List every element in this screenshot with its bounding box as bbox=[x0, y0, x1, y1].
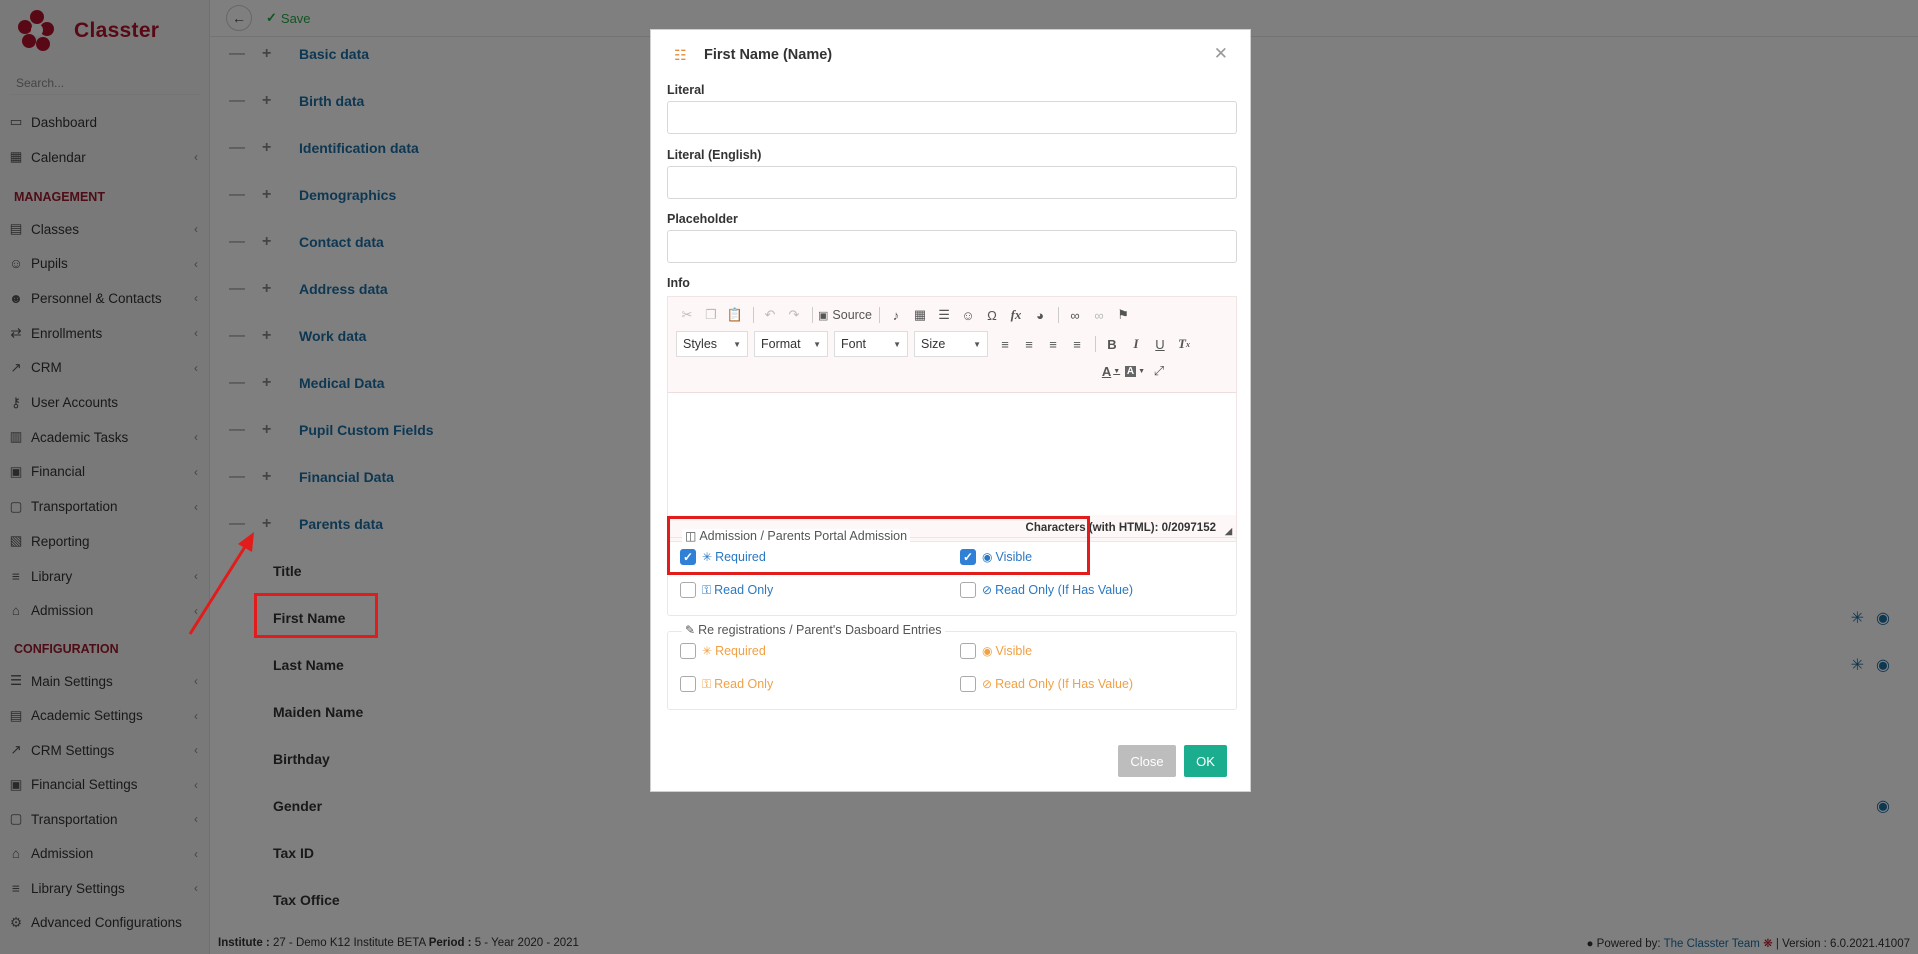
smiley-icon[interactable]: ☺ bbox=[957, 304, 979, 326]
group-title: Re registrations / Parent's Dasboard Ent… bbox=[698, 623, 942, 637]
checkbox-box[interactable] bbox=[960, 676, 976, 692]
lock-icon: ⚿ bbox=[702, 676, 712, 691]
globe-icon[interactable]: ◕ bbox=[1029, 304, 1051, 326]
literal-label: Literal bbox=[667, 83, 705, 97]
placeholder-input[interactable] bbox=[667, 230, 1237, 263]
read-only-label: Read Only bbox=[714, 583, 774, 597]
italic-icon[interactable]: I bbox=[1125, 333, 1147, 355]
copy-icon[interactable]: ❐ bbox=[700, 304, 722, 326]
info-label: Info bbox=[667, 276, 690, 290]
read-only-checkbox[interactable]: ⚿ Read Only bbox=[680, 676, 773, 692]
format-dropdown[interactable]: Format ▼ bbox=[754, 331, 828, 357]
table-icon[interactable]: ▦ bbox=[909, 304, 931, 326]
reregistration-permissions-group: ✎ Re registrations / Parent's Dasboard E… bbox=[667, 623, 1237, 710]
checkbox-box[interactable] bbox=[680, 582, 696, 598]
caret-down-icon: ▼ bbox=[733, 339, 741, 349]
rich-text-editor: ✂ ❐ 📋 ↶ ↷ ▣Source ♪ ▦ ☰ ☺ Ω fx ◕ ∞ ∞ ⚑ bbox=[667, 296, 1237, 542]
field-settings-dialog: ☷ First Name (Name) ✕ Literal Literal (E… bbox=[650, 29, 1251, 792]
checkbox-box[interactable] bbox=[680, 643, 696, 659]
cut-icon[interactable]: ✂ bbox=[676, 304, 698, 326]
handshake-icon: ☷ bbox=[674, 46, 687, 63]
background-color-icon[interactable]: A ▼ bbox=[1124, 360, 1146, 382]
required-label: Required bbox=[715, 644, 766, 658]
read-only-if-label: Read Only (If Has Value) bbox=[995, 583, 1134, 597]
editor-content-area[interactable] bbox=[668, 393, 1236, 513]
eye-icon: ◉ bbox=[982, 644, 993, 658]
asterisk-icon: ✳ bbox=[702, 644, 713, 658]
size-label: Size bbox=[921, 337, 946, 351]
required-checkbox[interactable]: ✳ Required bbox=[680, 643, 766, 659]
checkbox-box[interactable] bbox=[680, 676, 696, 692]
styles-dropdown[interactable]: Styles ▼ bbox=[676, 331, 748, 357]
user-edit-icon: ✎ bbox=[685, 623, 696, 637]
annotation-highlight-first-name bbox=[254, 593, 378, 638]
bold-icon[interactable]: B bbox=[1101, 333, 1123, 355]
source-label: Source bbox=[832, 308, 873, 322]
underline-icon[interactable]: U bbox=[1149, 333, 1171, 355]
redo-icon[interactable]: ↷ bbox=[783, 304, 805, 326]
visible-label: Visible bbox=[995, 644, 1033, 658]
ok-button[interactable]: OK bbox=[1184, 745, 1227, 777]
format-label: Format bbox=[761, 337, 801, 351]
special-char-icon[interactable]: Ω bbox=[981, 304, 1003, 326]
editor-toolbar: ✂ ❐ 📋 ↶ ↷ ▣Source ♪ ▦ ☰ ☺ Ω fx ◕ ∞ ∞ ⚑ bbox=[668, 297, 1236, 393]
group-legend: ✎ Re registrations / Parent's Dasboard E… bbox=[682, 623, 945, 637]
text-color-icon[interactable]: A ▼ bbox=[1100, 360, 1122, 382]
checkbox-box[interactable] bbox=[960, 582, 976, 598]
audio-icon[interactable]: ♪ bbox=[885, 304, 907, 326]
literal-input[interactable] bbox=[667, 101, 1237, 134]
formula-icon[interactable]: fx bbox=[1005, 304, 1027, 326]
horizontal-line-icon[interactable]: ☰ bbox=[933, 304, 955, 326]
dialog-header: ☷ First Name (Name) ✕ bbox=[651, 30, 1250, 80]
ban-icon: ⊘ bbox=[982, 677, 993, 691]
read-only-if-label: Read Only (If Has Value) bbox=[995, 677, 1134, 691]
unlink-icon[interactable]: ∞ bbox=[1088, 304, 1110, 326]
link-icon[interactable]: ∞ bbox=[1064, 304, 1086, 326]
remove-format-icon[interactable]: Tx bbox=[1173, 333, 1195, 355]
visible-checkbox[interactable]: ◉ Visible bbox=[960, 643, 1032, 659]
literal-english-input[interactable] bbox=[667, 166, 1237, 199]
styles-label: Styles bbox=[683, 337, 718, 351]
caret-down-icon: ▼ bbox=[893, 339, 901, 349]
close-icon[interactable]: ✕ bbox=[1214, 44, 1228, 64]
align-right-icon[interactable]: ≡ bbox=[1042, 333, 1064, 355]
anchor-flag-icon[interactable]: ⚑ bbox=[1112, 304, 1134, 326]
placeholder-label: Placeholder bbox=[667, 212, 738, 226]
read-only-if-has-value-checkbox[interactable]: ⊘ Read Only (If Has Value) bbox=[960, 676, 1133, 692]
undo-icon[interactable]: ↶ bbox=[759, 304, 781, 326]
caret-down-icon: ▼ bbox=[813, 339, 821, 349]
checkbox-box[interactable] bbox=[960, 643, 976, 659]
literal-english-label: Literal (English) bbox=[667, 148, 762, 162]
read-only-label: Read Only bbox=[714, 677, 774, 691]
font-dropdown[interactable]: Font ▼ bbox=[834, 331, 908, 357]
maximize-icon[interactable]: ⤢ bbox=[1148, 360, 1170, 382]
dialog-title: First Name (Name) bbox=[704, 47, 833, 63]
paste-icon[interactable]: 📋 bbox=[724, 304, 746, 326]
caret-down-icon: ▼ bbox=[973, 339, 981, 349]
close-button[interactable]: Close bbox=[1118, 745, 1176, 777]
annotation-arrow bbox=[188, 532, 254, 635]
align-center-icon[interactable]: ≡ bbox=[1018, 333, 1040, 355]
read-only-if-has-value-checkbox[interactable]: ⊘ Read Only (If Has Value) bbox=[960, 582, 1133, 598]
lock-icon: ⚿ bbox=[702, 582, 712, 597]
justify-icon[interactable]: ≡ bbox=[1066, 333, 1088, 355]
resize-handle-icon[interactable]: ◢ bbox=[1225, 526, 1232, 537]
source-button[interactable]: ▣ Source bbox=[818, 304, 872, 326]
align-left-icon[interactable]: ≡ bbox=[994, 333, 1016, 355]
source-icon: ▣ bbox=[818, 309, 829, 322]
ban-icon: ⊘ bbox=[982, 583, 993, 597]
read-only-checkbox[interactable]: ⚿ Read Only bbox=[680, 582, 773, 598]
size-dropdown[interactable]: Size ▼ bbox=[914, 331, 988, 357]
annotation-highlight-admission-group bbox=[667, 516, 1090, 575]
font-label: Font bbox=[841, 337, 867, 351]
